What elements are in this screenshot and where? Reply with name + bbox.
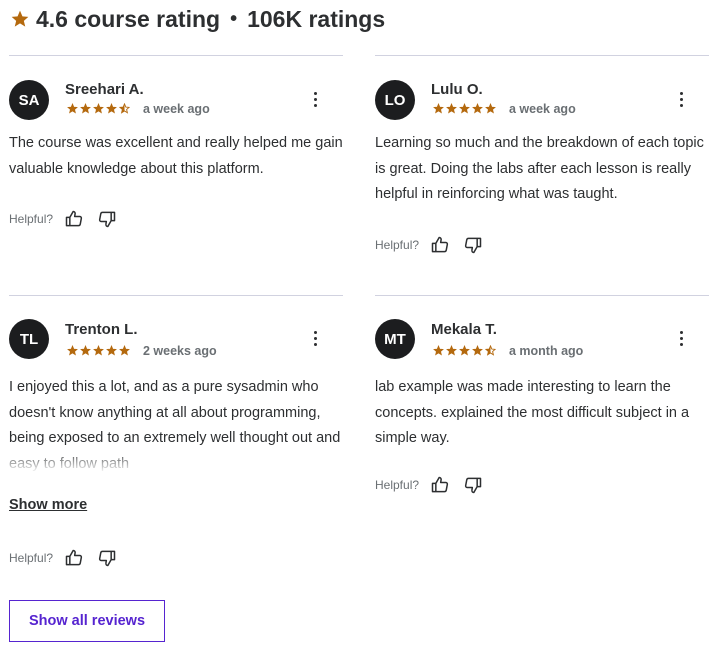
thumbs-down-icon[interactable] bbox=[462, 234, 484, 256]
star-icon bbox=[119, 345, 130, 356]
avatar: LO bbox=[375, 80, 415, 120]
show-all-reviews-button[interactable]: Show all reviews bbox=[9, 600, 165, 642]
thumbs-down-icon[interactable] bbox=[96, 208, 118, 230]
star-rating bbox=[67, 103, 130, 114]
star-icon bbox=[93, 345, 104, 356]
half-star-icon bbox=[485, 345, 496, 356]
more-options-icon[interactable] bbox=[305, 328, 325, 348]
thumbs-up-icon[interactable] bbox=[429, 234, 451, 256]
more-options-icon[interactable] bbox=[671, 328, 691, 348]
review-text: I enjoyed this a lot, and as a pure sysa… bbox=[9, 375, 343, 477]
star-icon bbox=[80, 103, 91, 114]
review-text: Learning so much and the breakdown of ea… bbox=[375, 135, 704, 203]
review-date: a week ago bbox=[509, 102, 576, 116]
star-icon bbox=[472, 345, 483, 356]
rating-separator: • bbox=[230, 7, 238, 30]
course-rating-header: 4.6 course rating • 106K ratings bbox=[10, 4, 385, 34]
review-date: a week ago bbox=[143, 102, 210, 116]
reviewer-name: Lulu O. bbox=[431, 81, 483, 98]
review-card: SA Sreehari A. a week ago The course was… bbox=[9, 80, 343, 250]
review-card: TL Trenton L. 2 weeks ago I enjoyed this… bbox=[9, 319, 343, 579]
star-icon bbox=[93, 103, 104, 114]
review-text: The course was excellent and really help… bbox=[9, 135, 343, 177]
star-icon bbox=[459, 345, 470, 356]
review-text: lab example was made interesting to lear… bbox=[375, 379, 690, 447]
divider bbox=[9, 55, 343, 56]
show-more-link[interactable]: Show more bbox=[9, 497, 87, 513]
ratings-count: 106K ratings bbox=[247, 5, 386, 32]
reviewer-name: Mekala T. bbox=[431, 321, 497, 338]
helpful-label: Helpful? bbox=[9, 212, 54, 226]
star-icon bbox=[446, 103, 457, 114]
helpful-label: Helpful? bbox=[375, 478, 420, 492]
star-icon bbox=[106, 345, 117, 356]
star-icon bbox=[67, 345, 78, 356]
divider bbox=[9, 295, 343, 296]
more-options-icon[interactable] bbox=[305, 89, 325, 109]
thumbs-down-icon[interactable] bbox=[462, 474, 484, 496]
thumbs-up-icon[interactable] bbox=[429, 474, 451, 496]
star-rating bbox=[433, 345, 496, 356]
avatar: TL bbox=[9, 319, 49, 359]
helpful-label: Helpful? bbox=[9, 551, 54, 565]
star-icon bbox=[459, 103, 470, 114]
star-icon bbox=[433, 103, 444, 114]
avatar: SA bbox=[9, 80, 49, 120]
helpful-section: Helpful? bbox=[375, 234, 495, 256]
star-icon bbox=[446, 345, 457, 356]
thumbs-down-icon[interactable] bbox=[96, 547, 118, 569]
helpful-section: Helpful? bbox=[9, 208, 129, 230]
star-icon bbox=[472, 103, 483, 114]
helpful-section: Helpful? bbox=[9, 547, 129, 569]
reviewer-name: Trenton L. bbox=[65, 321, 138, 338]
star-rating bbox=[67, 345, 130, 356]
review-card: MT Mekala T. a month ago lab example was… bbox=[375, 319, 709, 509]
star-icon bbox=[11, 10, 29, 27]
course-rating-text: 4.6 course rating bbox=[36, 5, 221, 32]
avatar: MT bbox=[375, 319, 415, 359]
star-rating bbox=[433, 103, 496, 114]
review-date: 2 weeks ago bbox=[143, 344, 217, 358]
review-date: a month ago bbox=[509, 344, 584, 358]
divider bbox=[375, 55, 709, 56]
half-star-icon bbox=[119, 103, 130, 114]
star-icon bbox=[80, 345, 91, 356]
helpful-section: Helpful? bbox=[375, 474, 495, 496]
helpful-label: Helpful? bbox=[375, 238, 420, 252]
star-icon bbox=[67, 103, 78, 114]
reviewer-name: Sreehari A. bbox=[65, 81, 144, 98]
star-icon bbox=[485, 103, 496, 114]
thumbs-up-icon[interactable] bbox=[63, 547, 85, 569]
star-icon bbox=[106, 103, 117, 114]
thumbs-up-icon[interactable] bbox=[63, 208, 85, 230]
review-card: LO Lulu O. a week ago Learning so much a… bbox=[375, 80, 709, 280]
more-options-icon[interactable] bbox=[671, 89, 691, 109]
star-icon bbox=[433, 345, 444, 356]
divider bbox=[375, 295, 709, 296]
